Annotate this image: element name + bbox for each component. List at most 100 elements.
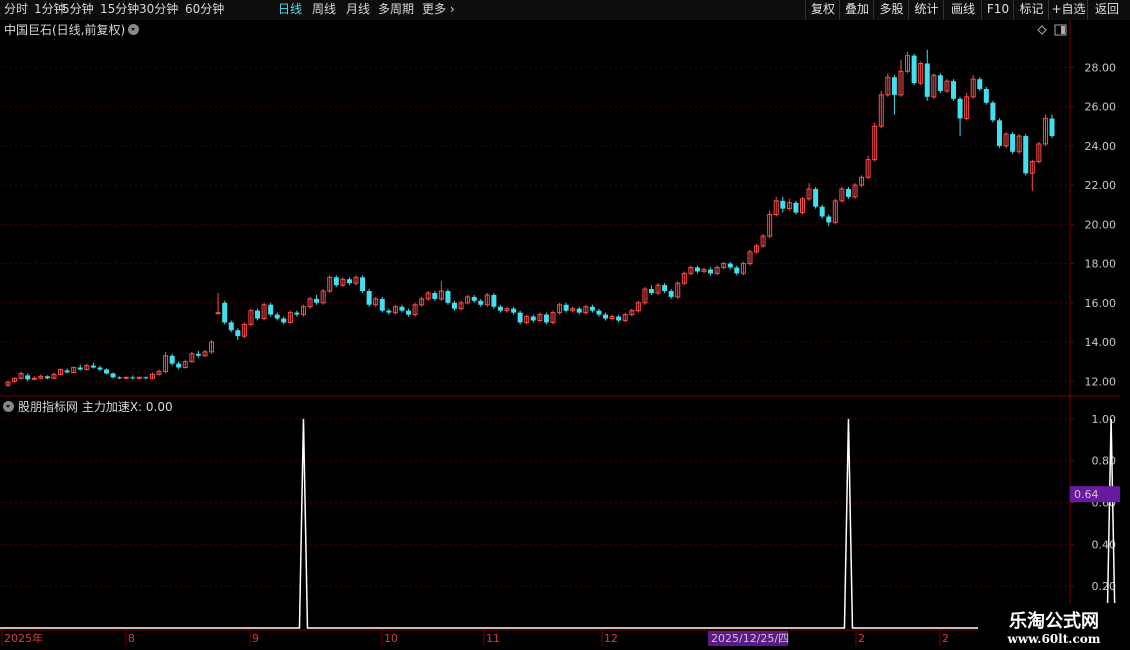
candle-down	[1010, 134, 1016, 152]
watermark-url: www.60lt.com	[1007, 632, 1101, 646]
candle-down	[694, 267, 700, 272]
candle-down	[110, 373, 116, 378]
candle-down	[130, 377, 136, 379]
candle-down	[406, 310, 412, 315]
candle-down	[734, 267, 740, 274]
candle-down	[603, 314, 609, 319]
candle-down	[937, 75, 943, 91]
candle-down	[333, 277, 339, 286]
candle-down	[491, 294, 497, 307]
candle-up	[123, 376, 129, 379]
candle-down	[97, 367, 103, 370]
candle-down	[708, 269, 714, 274]
candle-down	[1023, 136, 1029, 174]
candle-down	[951, 81, 957, 99]
price-tick-label: 16.00	[1085, 297, 1117, 310]
indicator-tick-label: 0.40	[1092, 538, 1117, 551]
candle-down	[314, 298, 320, 303]
candle-down	[517, 312, 523, 323]
candle-down	[596, 310, 602, 315]
candle-down	[662, 285, 668, 292]
candle-down	[1049, 118, 1055, 137]
candle-down	[64, 370, 70, 373]
price-tick-label: 22.00	[1085, 179, 1117, 192]
date-label: 2025年	[4, 631, 43, 645]
candle-down	[25, 375, 31, 380]
candle-down	[235, 330, 241, 337]
candle-down	[366, 291, 372, 305]
candle-down	[813, 189, 819, 207]
price-tick-label: 26.00	[1085, 101, 1117, 114]
candle-down	[576, 308, 582, 313]
candle-down	[399, 306, 405, 311]
candle-down	[727, 263, 733, 268]
candle-down	[169, 355, 175, 364]
date-label: 9	[252, 632, 259, 645]
candle-down	[471, 296, 477, 301]
candle-down	[911, 55, 917, 84]
candle-down	[103, 369, 109, 374]
price-tick-label: 12.00	[1085, 375, 1117, 388]
candle-down	[274, 314, 280, 319]
candle-down	[543, 314, 549, 323]
watermark: 乐淘公式网 www.60lt.com	[978, 603, 1130, 650]
candle-down	[497, 306, 503, 311]
candle-down	[44, 376, 50, 379]
price-tick-label: 24.00	[1085, 140, 1117, 153]
candle-down	[294, 312, 300, 315]
candle-down	[255, 310, 261, 319]
candle-down	[996, 120, 1002, 146]
candle-down	[826, 216, 832, 223]
candle-down	[346, 279, 352, 284]
indicator-tick-label: 1.00	[1092, 413, 1117, 426]
watermark-name: 乐淘公式网	[1009, 611, 1099, 632]
indicator-line	[0, 418, 1116, 629]
candle-down	[432, 293, 438, 299]
candle-down	[176, 363, 182, 368]
candle-down	[268, 304, 274, 315]
candle-down	[977, 79, 983, 89]
candle-up	[215, 312, 221, 315]
candle-down	[891, 77, 897, 95]
price-tick-label: 28.00	[1085, 61, 1117, 74]
candle-down	[793, 202, 799, 213]
candle-down	[228, 322, 234, 331]
date-label: 11	[486, 632, 500, 645]
diamond-icon[interactable]	[1037, 25, 1047, 35]
candle-down	[780, 200, 786, 209]
candle-down	[924, 63, 930, 97]
date-label: 10	[384, 632, 398, 645]
price-tick-label: 20.00	[1085, 218, 1117, 231]
window-icon-pane	[1061, 26, 1065, 34]
candle-down	[281, 318, 287, 323]
candle-down	[195, 353, 201, 356]
candle-down	[990, 102, 996, 121]
candle-down	[589, 306, 595, 311]
candle-down	[90, 365, 96, 368]
candle-down	[819, 206, 825, 217]
candle-down	[563, 304, 569, 311]
date-label: 2	[942, 632, 949, 645]
date-label: 8	[128, 632, 135, 645]
candle-down	[668, 291, 674, 297]
candle-down	[143, 377, 149, 379]
candle-down	[530, 316, 536, 321]
candle-up	[136, 376, 142, 379]
price-tick-label: 14.00	[1085, 336, 1117, 349]
cursor-date-label: 2025/12/25/四	[711, 632, 789, 645]
candle-down	[386, 310, 392, 313]
candle-up	[31, 377, 37, 380]
candle-down	[451, 302, 457, 309]
candle-down	[478, 300, 484, 305]
candle-down	[983, 89, 989, 103]
price-tick-label: 18.00	[1085, 258, 1117, 271]
date-label: 2	[858, 632, 865, 645]
indicator-tick-label: 0.20	[1092, 580, 1117, 593]
candle-down	[360, 277, 366, 292]
candle-down	[511, 308, 517, 313]
candle-down	[379, 298, 385, 311]
candle-down	[845, 189, 851, 197]
candle-down	[648, 289, 654, 293]
kline-chart[interactable]: 28.00 26.00 24.00 22.00 20.00 18.00 16.00 14.00…	[0, 0, 1130, 650]
candle-down	[222, 302, 228, 323]
